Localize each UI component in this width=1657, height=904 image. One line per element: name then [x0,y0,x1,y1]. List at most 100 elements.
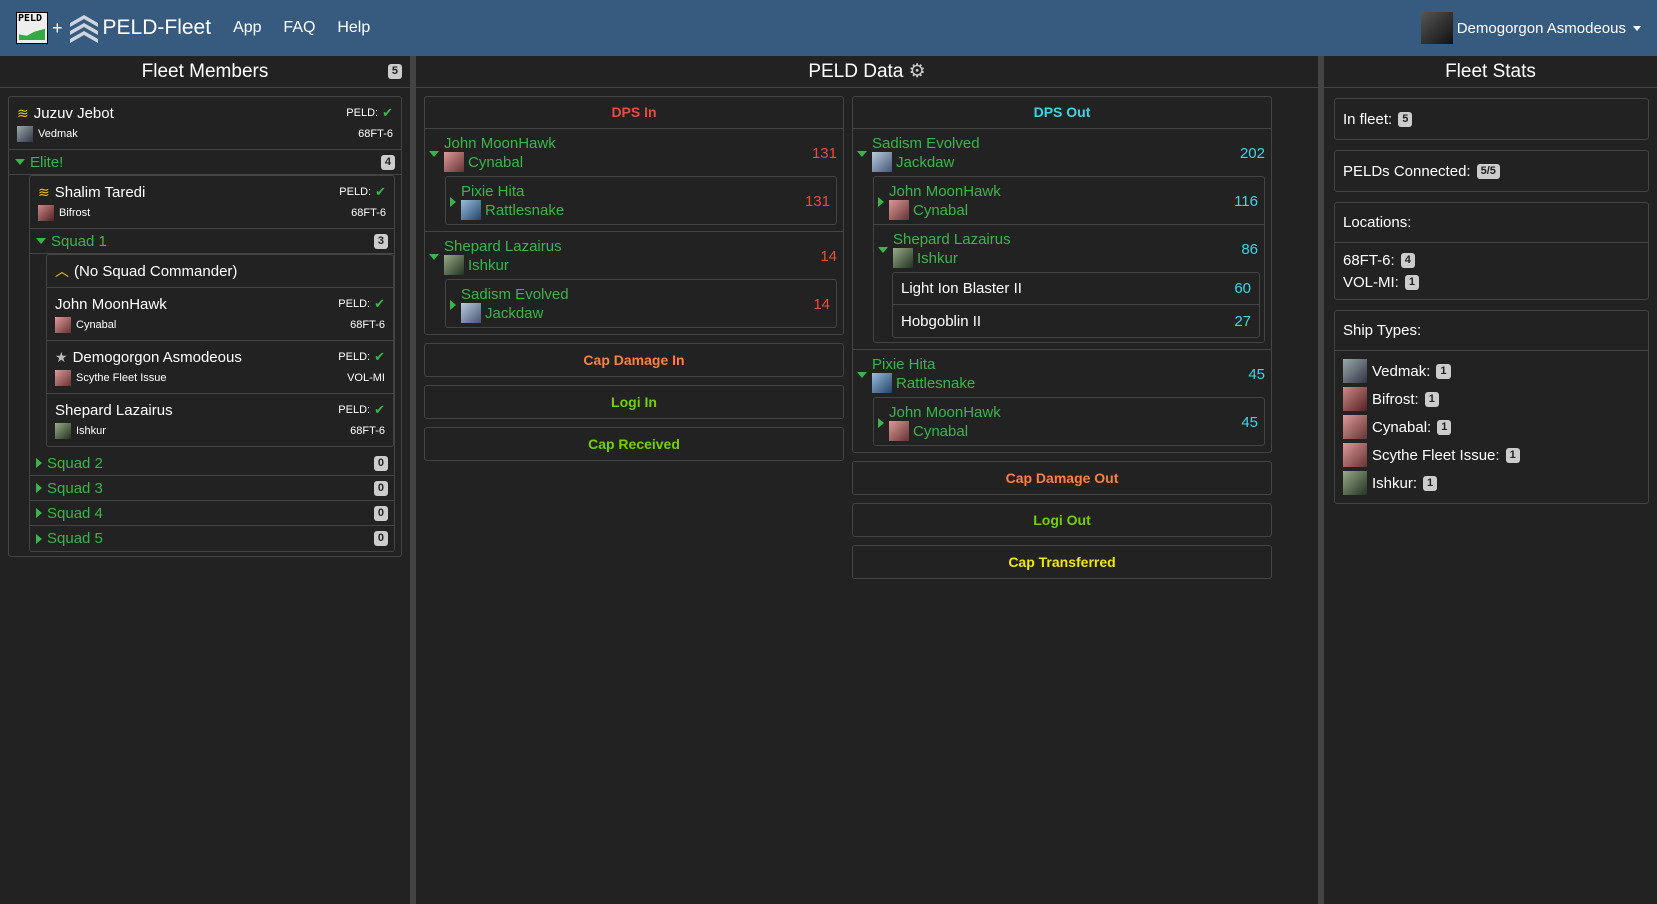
ship-name: Cynabal [913,422,969,440]
check-icon: ✔ [374,296,385,311]
navbar: PELD + PELD-Fleet App FAQ Help Demogorgo… [0,0,1657,56]
dps-value: 14 [813,296,830,313]
wing-commander[interactable]: ≋ Shalim Taredi PELD: ✔ Bifrost 68FT-6 [30,176,394,229]
system-name: 68FT-6 [358,128,393,140]
squad-header[interactable]: Squad 1 3 [30,229,394,254]
weapon-row: Light Ion Blaster II 60 [893,273,1259,305]
ship-icon [38,205,54,221]
cap-damage-out-button[interactable]: Cap Damage Out [852,461,1272,495]
fleet-chevron-icon [69,15,98,43]
ship-type-row: Cynabal: 1 [1335,413,1648,441]
ship-name: Bifrost [59,207,91,219]
logo-text: PELD [18,13,43,24]
member-name: Juzuv Jebot [33,104,114,122]
system-name: 68FT-6 [350,425,385,437]
ship-icon [1343,415,1367,439]
no-commander-text: (No Squad Commander) [74,262,238,280]
dps-in-group[interactable]: John MoonHawk Cynabal 131 Pixie Hita Rattle… [425,129,843,232]
pilot-name: John MoonHawk [889,404,1001,421]
dps-in-title[interactable]: DPS In [425,97,843,129]
gear-icon[interactable]: ⚙ [909,61,926,82]
ship-type-count: 1 [1505,447,1520,463]
nav-app[interactable]: App [233,19,261,36]
nav-faq[interactable]: FAQ [283,19,315,36]
cap-damage-in-button[interactable]: Cap Damage In [424,343,844,377]
in-fleet-label: In fleet: [1343,110,1393,128]
logi-out-button[interactable]: Logi Out [852,503,1272,537]
ship-name: Jackdaw [485,304,544,322]
check-icon: ✔ [375,184,386,199]
weapon-value: 60 [1234,280,1251,297]
ship-name: Cynabal [76,319,117,331]
expand-icon [878,246,888,253]
squad-header[interactable]: Squad 4 0 [30,501,394,526]
ship-type-row: Scythe Fleet Issue: 1 [1335,441,1648,469]
dps-out-group[interactable]: Sadism Evolved Jackdaw 202 John MoonHawk Cy… [853,129,1271,350]
ship-icon [1343,359,1367,383]
fleet-commander-icon: ≋ [17,104,29,121]
dps-value: 202 [1239,145,1265,162]
user-menu[interactable]: Demogorgon Asmodeous [1420,12,1641,44]
check-icon: ✔ [374,402,385,417]
ship-name: Scythe Fleet Issue [76,372,167,384]
pilot-name: Sadism Evolved [872,135,980,152]
ship-name: Cynabal [913,201,969,219]
squad-member[interactable]: ★ Demogorgon Asmodeous PELD: ✔ Scythe Fleet… [47,341,393,394]
fleet-stats-panel: Fleet Stats In fleet: 5 PELDs Connected: 5… [1324,56,1657,904]
collapse-icon [36,533,42,544]
squad-member[interactable]: Shepard Lazairus PELD: ✔ Ishkur 68FT-6 [47,394,393,446]
peld-logo[interactable]: PELD [16,12,48,44]
left-column: DPS In John MoonHawk Cynabal 131 Pixie Hit… [424,96,844,579]
ship-icon [893,248,913,268]
expand-icon [15,159,25,165]
ship-icon [55,370,71,386]
system-name: 68FT-6 [350,319,385,331]
ship-icon [55,317,71,333]
ship-types-label: Ship Types: [1343,322,1422,339]
wing-header[interactable]: Elite! 4 [9,150,401,175]
squad-member[interactable]: John MoonHawk PELD: ✔ Cynabal 68FT-6 [47,288,393,341]
pilot-name: Shepard Lazairus [444,238,562,255]
peld-data-title: PELD Data [808,61,904,82]
weapon-value: 27 [1234,312,1251,330]
squad-header[interactable]: Squad 5 0 [30,526,394,551]
dps-value: 45 [1241,414,1258,431]
caret-down-icon [1633,25,1641,31]
fleet-stats-title: Fleet Stats [1445,61,1536,82]
nav-help[interactable]: Help [337,19,370,36]
collapse-icon [450,299,456,310]
location-name: 68FT-6: [1343,251,1395,269]
expand-icon [857,371,867,378]
member-name: Shepard Lazairus [55,401,173,419]
squad-name: Squad 1 [51,232,107,250]
squad-header[interactable]: Squad 2 0 [30,451,394,476]
dps-value: 116 [1234,193,1258,210]
logi-in-button[interactable]: Logi In [424,385,844,419]
pilot-name: Pixie Hita [461,183,525,200]
squad-count-badge: 0 [373,455,388,471]
ship-type-count: 1 [1436,363,1451,379]
cap-received-button[interactable]: Cap Received [424,427,844,461]
ship-type-row: Vedmak: 1 [1335,357,1648,385]
dps-out-group[interactable]: Pixie Hita Rattlesnake 45 John MoonHawk Cyn… [853,350,1271,446]
squad-header[interactable]: Squad 3 0 [30,476,394,501]
dps-out-title[interactable]: DPS Out [853,97,1271,129]
ship-icon [444,152,464,172]
peld-label: PELD: [338,351,371,363]
dps-in-group[interactable]: Shepard Lazairus Ishkur 14 Sadism Evolved J… [425,232,843,328]
weapon-name: Light Ion Blaster II [901,280,1022,297]
cap-transferred-button[interactable]: Cap Transferred [852,545,1272,579]
member-name: Shalim Taredi [54,183,146,201]
ship-type-count: 1 [1423,475,1438,491]
pilot-name: John MoonHawk [444,135,556,152]
location-count: 4 [1400,252,1415,268]
ship-icon [889,200,909,220]
fleet-commander[interactable]: ≋ Juzuv Jebot PELD: ✔ Vedmak 68FT-6 [9,97,401,150]
brand[interactable]: PELD-Fleet [103,16,212,40]
ship-name: Vedmak [38,128,78,140]
fleet-tree: ≋ Juzuv Jebot PELD: ✔ Vedmak 68FT-6 Elite! 4 … [8,96,402,557]
ship-type-name: Cynabal: [1372,418,1432,436]
dps-in-card: DPS In John MoonHawk Cynabal 131 Pixie Hit… [424,96,844,335]
collapse-icon [450,196,456,207]
dps-out-card: DPS Out Sadism Evolved Jackdaw 202 John Mo… [852,96,1272,453]
